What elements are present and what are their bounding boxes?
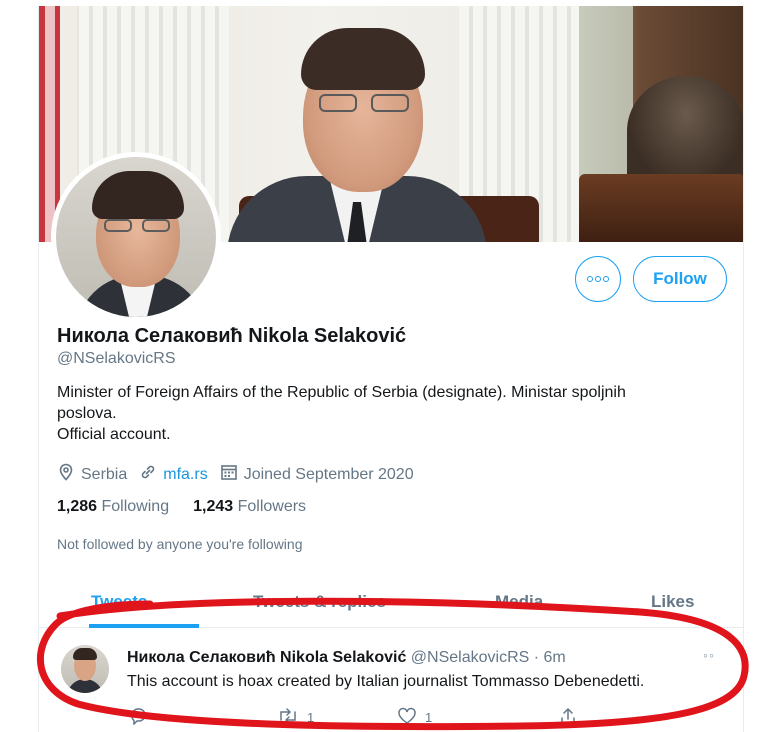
profile-location: Serbia xyxy=(81,465,128,483)
tab-tweets[interactable]: Tweets xyxy=(91,592,147,612)
profile-bio: Minister of Foreign Affairs of the Repub… xyxy=(57,382,717,445)
reply-button[interactable] xyxy=(129,707,147,728)
profile-meta: Serbia mfa.rs Joined September 2020 xyxy=(57,463,426,486)
retweet-button[interactable]: 1 xyxy=(277,707,314,728)
profile-joined: Joined September 2020 xyxy=(243,465,414,483)
calendar-icon xyxy=(220,463,238,486)
more-options-icon xyxy=(587,276,593,282)
following-label: Following xyxy=(101,498,170,515)
tab-media[interactable]: Media xyxy=(495,592,543,612)
profile-card: Follow Никола Селаковић Nikola Selaković… xyxy=(38,6,744,732)
location-icon xyxy=(57,463,75,486)
bio-line: Minister of Foreign Affairs of the Repub… xyxy=(57,384,626,401)
tweet-avatar[interactable] xyxy=(61,645,109,693)
tweet-author-name[interactable]: Никола Селаковић Nikola Selaković xyxy=(127,649,406,666)
bio-line: Official account. xyxy=(57,426,171,443)
profile-avatar[interactable] xyxy=(51,152,221,322)
tab-tweets-replies[interactable]: Tweets & replies xyxy=(253,592,386,612)
reply-icon xyxy=(129,707,147,728)
tweet-text: This account is hoax created by Italian … xyxy=(127,673,645,690)
banner-bust xyxy=(627,76,743,186)
profile-website-link[interactable]: mfa.rs xyxy=(163,466,207,484)
banner-person-glasses xyxy=(319,94,411,114)
tweet-header: Никола Селаковић Nikola Selaković @NSela… xyxy=(127,649,566,667)
retweet-count: 1 xyxy=(307,710,315,725)
tweet-menu-icon[interactable]: ◦◦ xyxy=(703,647,715,663)
like-button[interactable]: 1 xyxy=(397,707,432,728)
tweet-item[interactable]: Никола Селаковић Nikola Selaković @NSela… xyxy=(39,629,743,732)
link-icon xyxy=(139,463,157,486)
banner-window xyxy=(579,6,633,196)
profile-stats: 1,286 Following 1,243 Followers xyxy=(57,498,330,516)
like-count: 1 xyxy=(425,710,433,725)
share-button[interactable] xyxy=(559,707,577,728)
followers-label: Followers xyxy=(237,498,307,515)
follow-button[interactable]: Follow xyxy=(633,256,727,302)
following-link[interactable]: 1,286 Following xyxy=(57,498,169,516)
following-count: 1,286 xyxy=(57,498,98,515)
followers-link[interactable]: 1,243 Followers xyxy=(193,498,306,516)
tab-likes[interactable]: Likes xyxy=(651,592,694,612)
heart-icon xyxy=(397,707,417,728)
tweet-actions: 1 1 xyxy=(127,707,647,727)
profile-handle: @NSelakovicRS xyxy=(57,350,176,367)
bio-line: poslova. xyxy=(57,405,117,422)
banner-desk xyxy=(579,174,743,242)
profile-tabs: Tweets Tweets & replies Media Likes xyxy=(39,582,743,628)
more-options-button[interactable] xyxy=(575,256,621,302)
retweet-icon xyxy=(277,707,299,728)
followers-you-know: Not followed by anyone you're following xyxy=(57,536,303,552)
active-tab-indicator xyxy=(89,624,199,628)
banner-person-hair xyxy=(301,28,425,90)
profile-name: Никола Селаковић Nikola Selaković xyxy=(57,325,407,347)
followers-count: 1,243 xyxy=(193,498,234,515)
share-icon xyxy=(559,707,577,728)
tweet-handle-time: @NSelakovicRS · 6m xyxy=(410,649,566,666)
